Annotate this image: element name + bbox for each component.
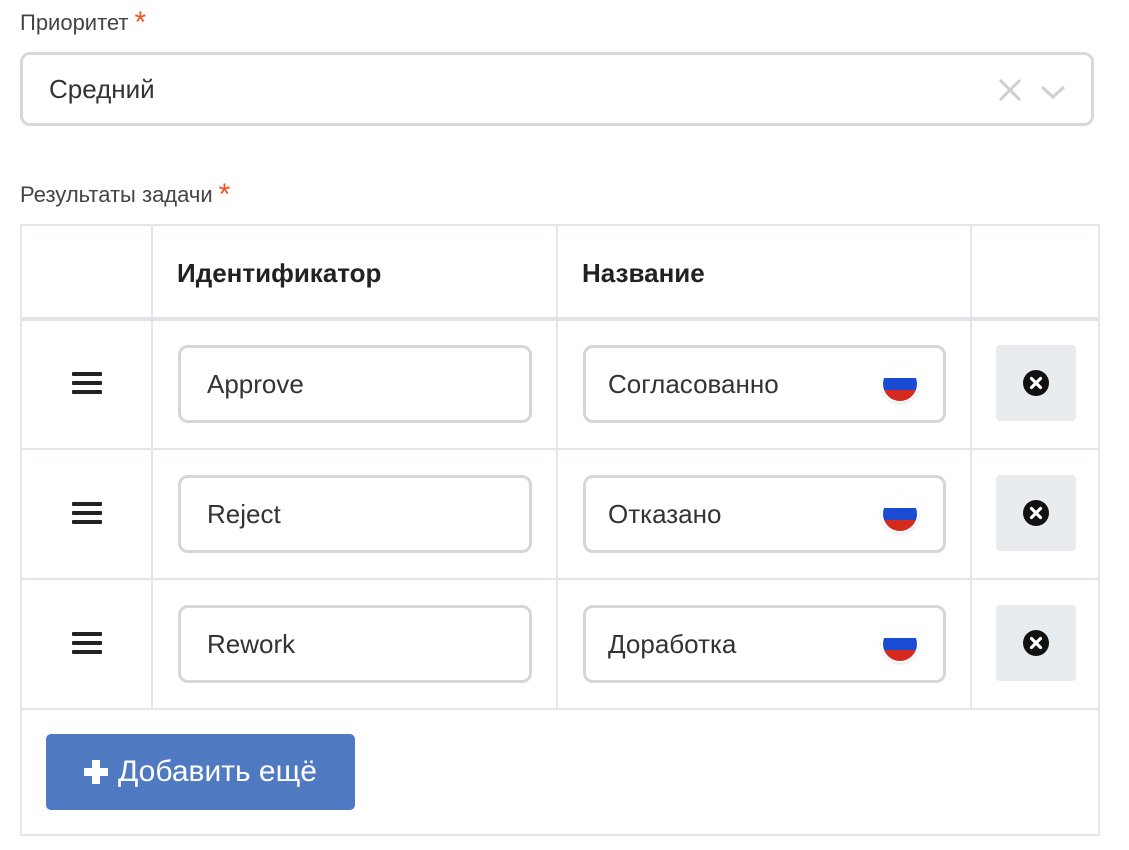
id-input[interactable]: Approve bbox=[178, 345, 532, 423]
name-input[interactable]: Согласованно bbox=[583, 345, 946, 423]
ru-flag-icon[interactable] bbox=[883, 497, 917, 531]
row-divider bbox=[22, 578, 1098, 580]
delete-row-button[interactable] bbox=[996, 475, 1076, 551]
id-input[interactable]: Reject bbox=[178, 475, 532, 553]
ru-flag-icon[interactable] bbox=[883, 627, 917, 661]
priority-select[interactable]: Средний bbox=[20, 52, 1094, 126]
name-input-value: Согласованно bbox=[608, 368, 779, 399]
required-mark: * bbox=[218, 178, 231, 211]
name-input-value: Отказано bbox=[608, 498, 722, 529]
id-input-value: Rework bbox=[207, 628, 296, 659]
column-header-name: Название bbox=[582, 258, 705, 288]
results-table: Идентификатор Название Approve Согласова… bbox=[20, 224, 1100, 836]
delete-row-button[interactable] bbox=[996, 605, 1076, 681]
name-input[interactable]: Доработка bbox=[583, 605, 946, 683]
column-header-id: Идентификатор bbox=[177, 258, 382, 288]
id-input-value: Reject bbox=[207, 498, 281, 529]
required-mark: * bbox=[134, 6, 147, 39]
plus-icon bbox=[84, 760, 108, 784]
results-label-text: Результаты задачи bbox=[20, 182, 213, 207]
drag-handle-icon[interactable] bbox=[72, 502, 102, 526]
times-circle-icon bbox=[1023, 500, 1049, 526]
row-divider bbox=[22, 448, 1098, 450]
add-more-label: Добавить ещё bbox=[118, 755, 317, 788]
id-input-value: Approve bbox=[207, 368, 304, 399]
header-divider bbox=[22, 317, 1098, 321]
row-divider bbox=[22, 708, 1098, 710]
column-divider bbox=[151, 226, 153, 710]
times-circle-icon bbox=[1023, 630, 1049, 656]
name-input[interactable]: Отказано bbox=[583, 475, 946, 553]
ru-flag-icon[interactable] bbox=[883, 367, 917, 401]
drag-handle-icon[interactable] bbox=[72, 632, 102, 656]
priority-label: Приоритет * bbox=[20, 4, 147, 39]
results-label: Результаты задачи * bbox=[20, 176, 231, 211]
priority-selected-value: Средний bbox=[49, 73, 155, 104]
drag-handle-icon[interactable] bbox=[72, 372, 102, 396]
close-icon[interactable] bbox=[997, 77, 1023, 103]
column-divider bbox=[556, 226, 558, 710]
column-divider bbox=[970, 226, 972, 710]
times-circle-icon bbox=[1023, 370, 1049, 396]
id-input[interactable]: Rework bbox=[178, 605, 532, 683]
add-more-button[interactable]: Добавить ещё bbox=[46, 734, 355, 810]
chevron-down-icon[interactable] bbox=[1039, 79, 1067, 103]
name-input-value: Доработка bbox=[608, 628, 737, 659]
priority-label-text: Приоритет bbox=[20, 10, 129, 35]
delete-row-button[interactable] bbox=[996, 345, 1076, 421]
